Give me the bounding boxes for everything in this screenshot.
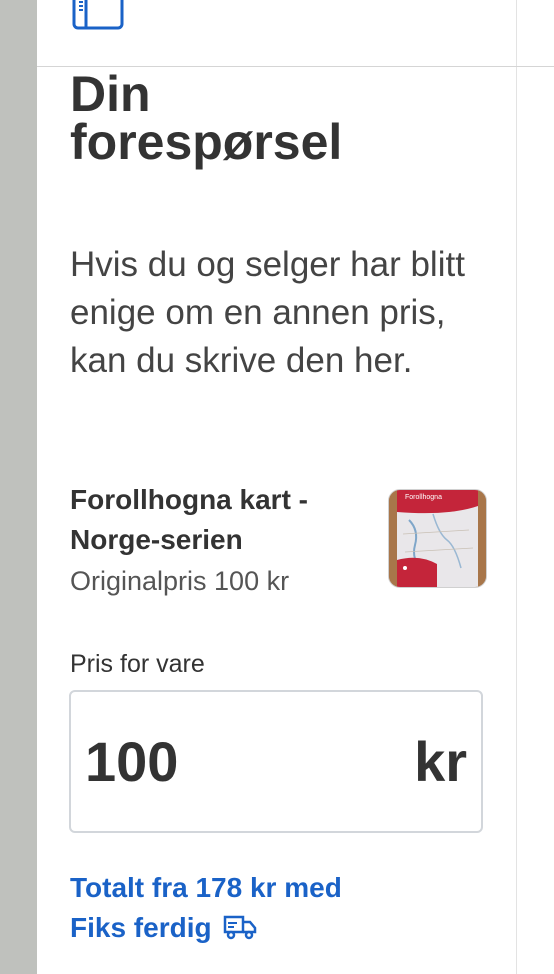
page-title: Din forespørsel <box>70 66 510 170</box>
product-original-price: Originalpris 100 kr <box>70 566 290 596</box>
shipping-total-link[interactable]: Totalt fra 178 kr med Fiks ferdig <box>70 868 390 948</box>
product-name: Forollhogna kart - Norge-serien <box>70 484 308 555</box>
document-icon <box>72 0 124 30</box>
map-cover-title: Forollhogna <box>405 494 442 501</box>
page-description: Hvis du og selger har blitt enige om en … <box>70 245 465 380</box>
page-title-line1: Din <box>70 66 151 122</box>
page-title-line2: forespørsel <box>70 114 343 170</box>
panel-right-border <box>516 0 517 974</box>
price-input-box[interactable]: kr <box>69 690 483 833</box>
price-input[interactable] <box>85 730 285 794</box>
total-text-line1: Totalt fra 178 kr med <box>70 872 342 903</box>
total-text-line2: Fiks ferdig <box>70 912 212 943</box>
truck-icon <box>224 915 257 940</box>
background-side-strip <box>0 0 37 974</box>
product-thumbnail: Forollhogna <box>388 489 487 588</box>
price-field-label: Pris for vare <box>70 650 205 678</box>
map-cover-image: Forollhogna <box>389 490 486 587</box>
price-unit: kr <box>414 730 467 793</box>
